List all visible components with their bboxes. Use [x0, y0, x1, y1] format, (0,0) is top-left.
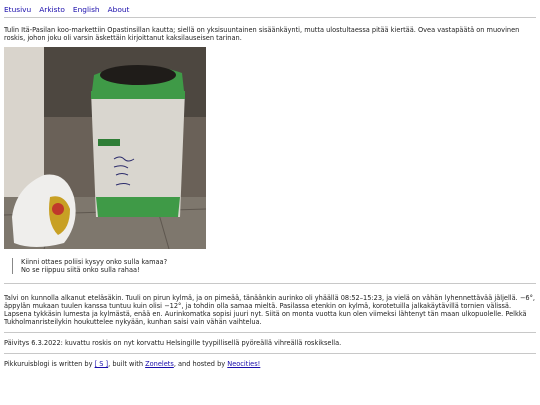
quote-line-1: Kiinni ottaes poliisi kysyy onko sulla k… — [21, 258, 168, 266]
weather-paragraph: Talvi on kunnolla alkanut eteläsäkin. Tu… — [4, 294, 535, 326]
author-link[interactable]: [ S ] — [95, 360, 109, 368]
trash-bin-photo — [4, 47, 206, 249]
post-intro: Tulin Itä-Pasilan koo-markettiin Opastin… — [4, 26, 520, 42]
footer-middle: , built with — [108, 360, 146, 368]
footer-hosted: , and hosted by — [173, 360, 228, 368]
divider — [4, 332, 536, 333]
zonelets-link[interactable]: Zonelets — [145, 360, 174, 368]
nav-link-about[interactable]: About — [108, 5, 130, 14]
page: Etusivu Arkisto English About Tulin Itä-Pas… — [0, 0, 540, 368]
footer: Pikkuruisblogi is written by [ S ], buil… — [4, 360, 536, 368]
quote-line-2: No se riippuu siitä onko sulla rahaa! — [21, 266, 140, 274]
neocities-link[interactable]: Neocities! — [227, 360, 260, 368]
nav-link-home[interactable]: Etusivu — [4, 5, 31, 14]
divider — [4, 17, 536, 18]
divider — [4, 353, 536, 354]
bin-story-quote: Kiinni ottaes poliisi kysyy onko sulla k… — [12, 258, 536, 274]
nav-link-english[interactable]: English — [73, 5, 100, 14]
divider — [4, 283, 536, 284]
footer-prefix: Pikkuruisblogi is written by — [4, 360, 95, 368]
top-nav: Etusivu Arkisto English About — [4, 0, 536, 14]
nav-link-archive[interactable]: Arkisto — [39, 5, 65, 14]
update-note: Päivitys 6.3.2022: kuvattu roskis on nyt… — [4, 339, 342, 347]
